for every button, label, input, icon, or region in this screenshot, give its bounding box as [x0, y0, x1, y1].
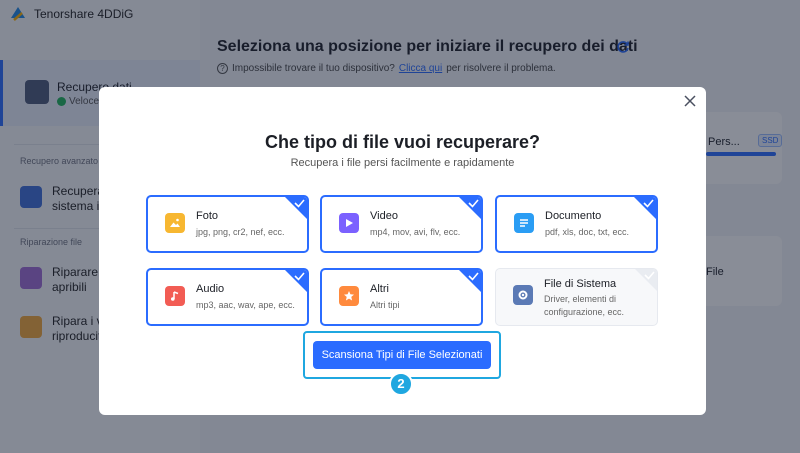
check-icon [634, 197, 656, 219]
check-icon [285, 197, 307, 219]
gear-icon [513, 285, 533, 305]
check-icon [635, 269, 657, 291]
file-type-dialog: Che tipo di file vuoi recuperare? Recupe… [99, 87, 706, 415]
file-type-card-document[interactable]: Documento pdf, xls, doc, txt, ecc. [495, 195, 658, 253]
check-icon [459, 270, 481, 292]
file-type-card-other[interactable]: Altri Altri tipi [320, 268, 483, 326]
card-desc: Altri tipi [370, 300, 400, 310]
card-name: Video [370, 210, 398, 222]
file-type-card-system[interactable]: File di Sistema Driver, elementi di conf… [495, 268, 658, 326]
card-name: Foto [196, 210, 219, 222]
dialog-subtitle: Recupera i file persi facilmente e rapid… [290, 157, 515, 169]
card-name: Documento [545, 210, 602, 222]
check-icon [285, 270, 307, 292]
card-desc: mp4, mov, avi, flv, ecc. [370, 227, 461, 237]
star-icon [339, 286, 359, 306]
photo-icon [165, 213, 185, 233]
step-badge: 2 [389, 372, 413, 396]
check-icon [459, 197, 481, 219]
file-type-card-photo[interactable]: Foto jpg, png, cr2, nef, ecc. [146, 195, 309, 253]
card-name: Audio [196, 283, 225, 295]
scan-selected-types-button[interactable]: Scansiona Tipi di File Selezionati [313, 341, 491, 369]
dialog-title: Che tipo di file vuoi recuperare? [264, 132, 541, 152]
card-desc: Driver, elementi di configurazione, ecc. [544, 294, 625, 317]
card-desc: mp3, aac, wav, ape, ecc. [196, 300, 295, 310]
file-type-card-audio[interactable]: Audio mp3, aac, wav, ape, ecc. [146, 268, 309, 326]
card-desc: pdf, xls, doc, txt, ecc. [545, 227, 630, 237]
card-name: Altri [370, 283, 389, 295]
file-type-card-video[interactable]: Video mp4, mov, avi, flv, ecc. [320, 195, 483, 253]
audio-icon [165, 286, 185, 306]
card-desc: jpg, png, cr2, nef, ecc. [196, 227, 285, 237]
close-icon[interactable] [682, 93, 698, 109]
card-name: File di Sistema [544, 278, 617, 290]
video-icon [339, 213, 359, 233]
document-icon [514, 213, 534, 233]
